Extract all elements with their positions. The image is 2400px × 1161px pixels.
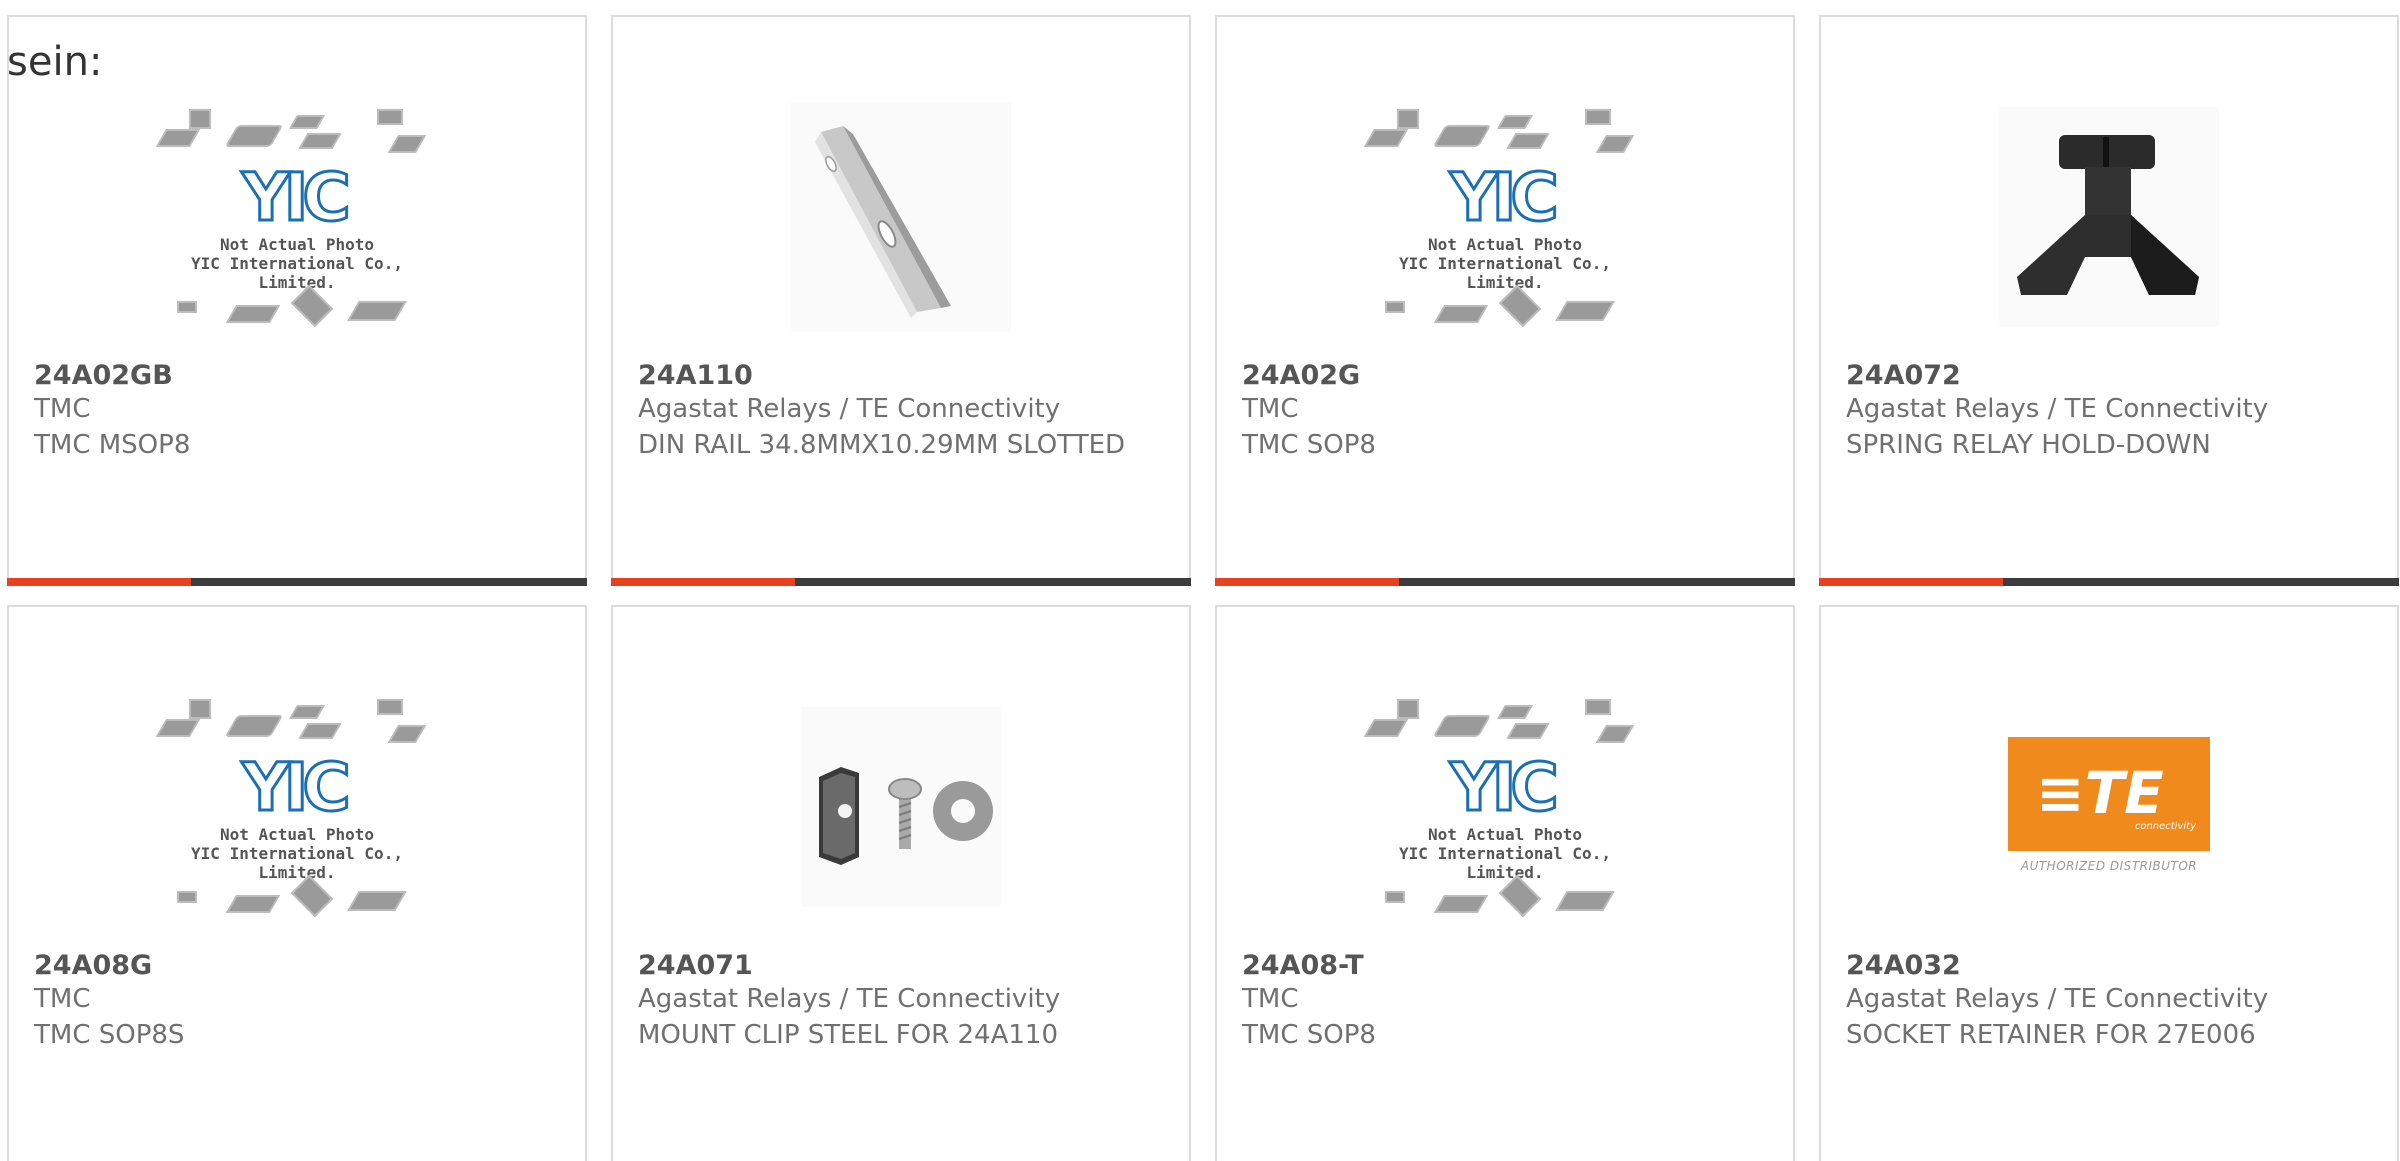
card-bar [1819,578,2399,586]
card-bar-accent [1215,578,1399,586]
description: SOCKET RETAINER FOR 27E006 [1846,1020,2256,1050]
yic-logo: YIC [241,748,353,828]
card-bar [7,578,587,586]
description: SPRING RELAY HOLD-DOWN [1846,430,2211,460]
manufacturer: TMC [1242,984,1299,1014]
yic-placeholder-image: YIC Not Actual Photo YIC International C… [155,97,437,337]
card-bar-accent [7,578,191,586]
mount-clip-icon [801,707,1001,907]
product-card[interactable]: YIC Not Actual Photo YIC International C… [1215,605,1795,1161]
manufacturer: Agastat Relays / TE Connectivity [1846,394,2269,424]
product-image[interactable]: YIC Not Actual Photo YIC International C… [9,657,585,957]
part-number[interactable]: 24A110 [638,360,753,391]
description: MOUNT CLIP STEEL FOR 24A110 [638,1020,1059,1050]
description: TMC SOP8S [34,1020,185,1050]
part-number[interactable]: 24A08G [34,950,152,981]
manufacturer: Agastat Relays / TE Connectivity [1846,984,2269,1014]
manufacturer: TMC [1242,394,1299,424]
hold-down-icon [1999,107,2219,327]
manufacturer: Agastat Relays / TE Connectivity [638,984,1061,1014]
product-card[interactable]: 24A072 Agastat Relays / TE Connectivity … [1819,15,2399,586]
te-connectivity-logo: ≡TE connectivity AUTHORIZED DISTRIBUTOR [2008,737,2210,877]
yic-logo: YIC [241,158,353,238]
part-number[interactable]: 24A072 [1846,360,1961,391]
description: TMC SOP8 [1242,430,1376,460]
product-card[interactable]: 24A071 Agastat Relays / TE Connectivity … [611,605,1191,1161]
product-card[interactable]: 24A110 Agastat Relays / TE Connectivity … [611,15,1191,586]
yic-logo: YIC [1449,158,1561,238]
description: TMC MSOP8 [34,430,191,460]
din-rail-icon [791,102,1011,332]
card-bar [611,578,1191,586]
manufacturer: Agastat Relays / TE Connectivity [638,394,1061,424]
card-bar-accent [1819,578,2003,586]
product-image[interactable] [613,657,1189,957]
part-number[interactable]: 24A02GB [34,360,173,391]
product-image[interactable]: YIC Not Actual Photo YIC International C… [9,67,585,367]
product-image[interactable]: ≡TE connectivity AUTHORIZED DISTRIBUTOR [1821,657,2397,957]
product-card[interactable]: YIC Not Actual Photo YIC International C… [1215,15,1795,586]
description: TMC SOP8 [1242,1020,1376,1050]
product-image[interactable] [613,67,1189,367]
te-logo-mark: ≡TE [2036,759,2164,827]
product-image[interactable] [1821,67,2397,367]
card-bar-accent [611,578,795,586]
card-bar [1215,578,1795,586]
description: DIN RAIL 34.8MMX10.29MM SLOTTED [638,430,1126,460]
part-number[interactable]: 24A08-T [1242,950,1364,981]
yic-placeholder-image: YIC Not Actual Photo YIC International C… [155,687,437,927]
manufacturer: TMC [34,984,91,1014]
product-card[interactable]: YIC Not Actual Photo YIC International C… [7,605,587,1161]
yic-placeholder-image: YIC Not Actual Photo YIC International C… [1363,687,1645,927]
part-number[interactable]: 24A032 [1846,950,1961,981]
intro-text: sein: [7,39,103,85]
authorized-distributor-label: AUTHORIZED DISTRIBUTOR [2020,859,2198,873]
part-number[interactable]: 24A071 [638,950,753,981]
yic-logo: YIC [1449,748,1561,828]
product-card[interactable]: YIC Not Actual Photo YIC International C… [7,15,587,586]
manufacturer: TMC [34,394,91,424]
product-image[interactable]: YIC Not Actual Photo YIC International C… [1217,657,1793,957]
product-image[interactable]: YIC Not Actual Photo YIC International C… [1217,67,1793,367]
product-card[interactable]: ≡TE connectivity AUTHORIZED DISTRIBUTOR … [1819,605,2399,1161]
part-number[interactable]: 24A02G [1242,360,1360,391]
yic-placeholder-image: YIC Not Actual Photo YIC International C… [1363,97,1645,337]
